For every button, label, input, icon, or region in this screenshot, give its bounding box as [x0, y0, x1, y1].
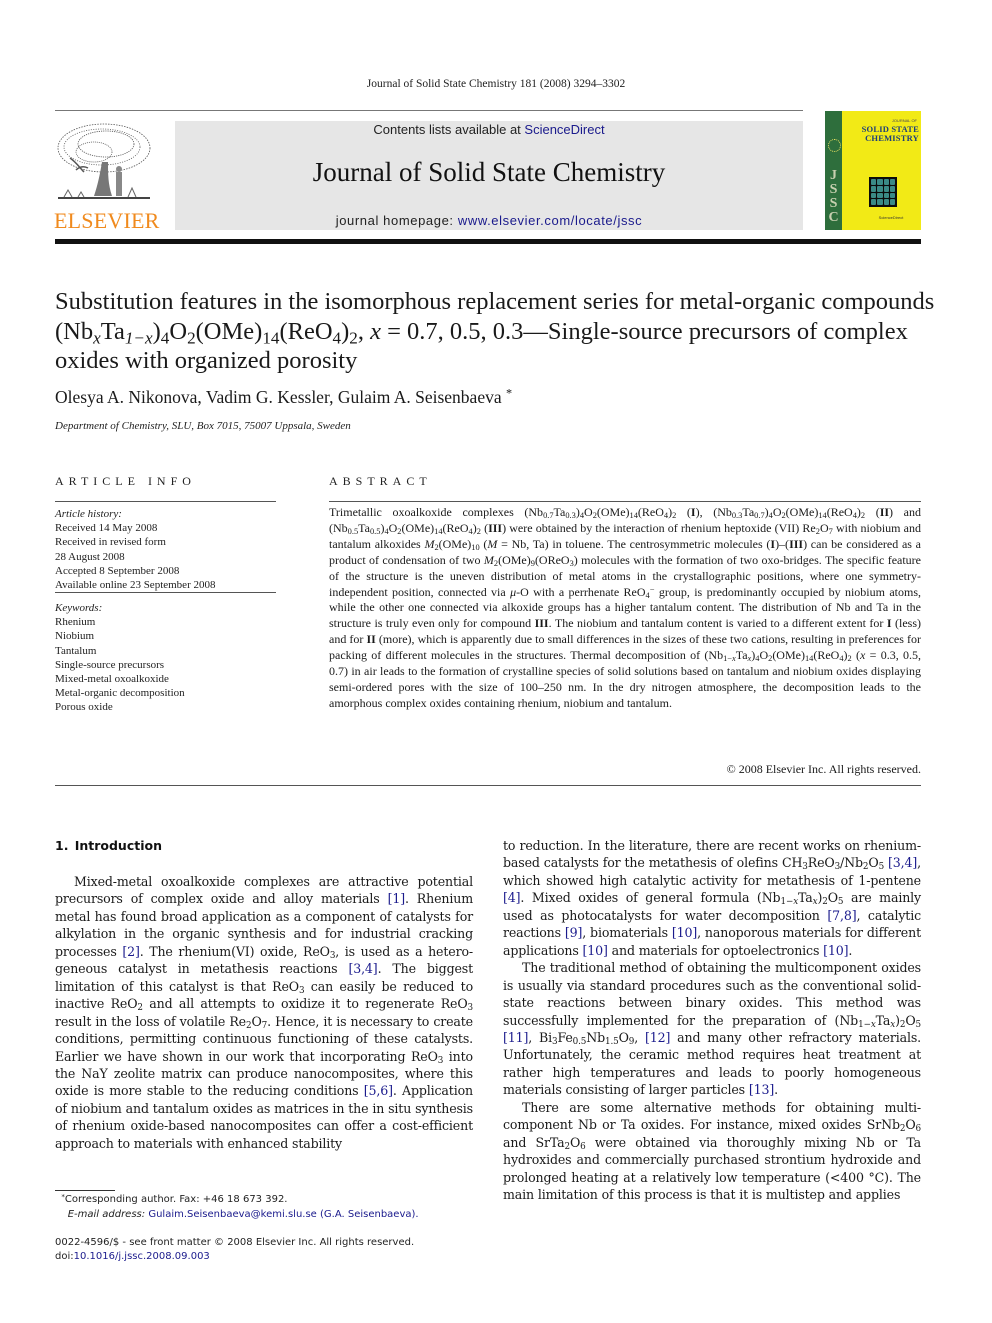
citation-link[interactable]: [10]: [823, 943, 848, 958]
abstract-body: Trimetallic oxoalkoxide complexes (Nb0.7…: [329, 505, 922, 710]
citation-link[interactable]: [3,4]: [888, 855, 917, 870]
article-title: Substitution features in the isomorphous…: [55, 288, 935, 374]
history-item: 28 August 2008: [55, 550, 125, 563]
affiliation: Department of Chemistry, SLU, Box 7015, …: [55, 420, 351, 432]
keyword-item: Mixed-metal oxoalkoxide: [55, 673, 169, 686]
keywords-label: Keywords:: [55, 602, 103, 614]
elsevier-logo[interactable]: ELSEVIER: [54, 122, 160, 233]
divider: [55, 501, 276, 502]
keyword-item: Rhenium: [55, 616, 96, 629]
divider: [329, 501, 921, 502]
history-item: Received in revised form: [55, 536, 166, 549]
citation-link[interactable]: [12]: [645, 1030, 670, 1045]
citation-link[interactable]: [13]: [749, 1082, 774, 1097]
section-heading-introduction: 1. Introduction: [55, 838, 162, 853]
journal-cover-thumbnail[interactable]: J S S C JOURNAL OF SOLID STATE CHEMISTRY…: [825, 111, 921, 230]
history-item: Received 14 May 2008: [55, 522, 158, 535]
elsevier-wordmark: ELSEVIER: [54, 208, 160, 233]
sciencedirect-link[interactable]: ScienceDirect: [524, 122, 604, 137]
history-item: Accepted 8 September 2008: [55, 564, 180, 577]
keyword-item: Porous oxide: [55, 701, 113, 714]
citation-link[interactable]: [2]: [122, 944, 140, 959]
body-column-right: to reduction. In the literature, there a…: [503, 838, 922, 1203]
corresponding-author-mark[interactable]: *: [506, 387, 512, 401]
citation-link[interactable]: [11]: [503, 1030, 528, 1045]
cover-spine-letters: J S S C: [828, 168, 839, 225]
cover-crystal-structure-image: [869, 177, 897, 207]
keyword-item: Metal-organic decomposition: [55, 687, 185, 700]
cover-kicker: JOURNAL OF: [891, 118, 917, 123]
homepage-prefix: journal homepage:: [335, 213, 458, 228]
divider: [55, 592, 276, 593]
author-list: Olesya A. Nikonova, Vadim G. Kessler, Gu…: [55, 386, 513, 407]
divider: [55, 785, 921, 786]
abstract-heading: ABSTRACT: [329, 474, 432, 488]
history-item: Available online 23 September 2008: [55, 579, 216, 592]
running-head: Journal of Solid State Chemistry 181 (20…: [366, 78, 626, 90]
keyword-item: Single-source precursors: [55, 658, 165, 671]
tree-icon: [54, 122, 154, 206]
journal-homepage-link[interactable]: www.elsevier.com/locate/jssc: [458, 213, 642, 228]
keyword-item: Tantalum: [55, 644, 97, 657]
contents-prefix: Contents lists available at: [373, 122, 525, 137]
citation-link[interactable]: [4]: [503, 890, 521, 905]
journal-masthead: Contents lists available at ScienceDirec…: [175, 121, 803, 230]
article-info-heading: ARTICLE INFO: [55, 474, 196, 488]
body-column-left: Mixed-metal oxoalkoxide complexes are at…: [55, 874, 474, 1151]
abstract-copyright: © 2008 Elsevier Inc. All rights reserved…: [726, 762, 921, 776]
cover-title: SOLID STATE CHEMISTRY: [861, 124, 919, 143]
keyword-item: Niobium: [55, 630, 95, 643]
homepage-line: journal homepage: www.elsevier.com/locat…: [175, 213, 803, 228]
header-thick-rule: [55, 239, 921, 244]
corresponding-author-footnote: *Corresponding author. Fax: +46 18 673 3…: [61, 1192, 419, 1220]
article-history: Article history: Received 14 May 2008 Re…: [55, 507, 280, 592]
cover-footer: ScienceDirect: [878, 215, 904, 220]
cover-emblem-icon: [828, 139, 841, 152]
top-rule: [55, 110, 803, 111]
journal-title: Journal of Solid State Chemistry: [312, 157, 666, 187]
citation-link[interactable]: [1]: [388, 891, 406, 906]
citation-link[interactable]: [10]: [583, 943, 608, 958]
issn-doi-block: 0022-4596/$ - see front matter © 2008 El…: [55, 1236, 495, 1264]
keywords: Keywords: Rhenium Niobium Tantalum Singl…: [55, 601, 280, 715]
citation-link[interactable]: [3,4]: [348, 961, 377, 976]
citation-link[interactable]: [5,6]: [364, 1083, 393, 1098]
issn-line: 0022-4596/$ - see front matter © 2008 El…: [55, 1237, 415, 1248]
history-label: Article history:: [55, 508, 122, 520]
citation-link[interactable]: [7,8]: [827, 908, 856, 923]
doi-link[interactable]: 10.1016/j.jssc.2008.09.003: [74, 1251, 210, 1262]
citation-link[interactable]: [9]: [565, 925, 583, 940]
footnote-rule: [55, 1190, 115, 1191]
citation-link[interactable]: [10]: [672, 925, 697, 940]
contents-line: Contents lists available at ScienceDirec…: [175, 121, 803, 137]
author-email-link[interactable]: Gulaim.Seisenbaeva@kemi.slu.se (G.A. Sei…: [148, 1209, 418, 1220]
